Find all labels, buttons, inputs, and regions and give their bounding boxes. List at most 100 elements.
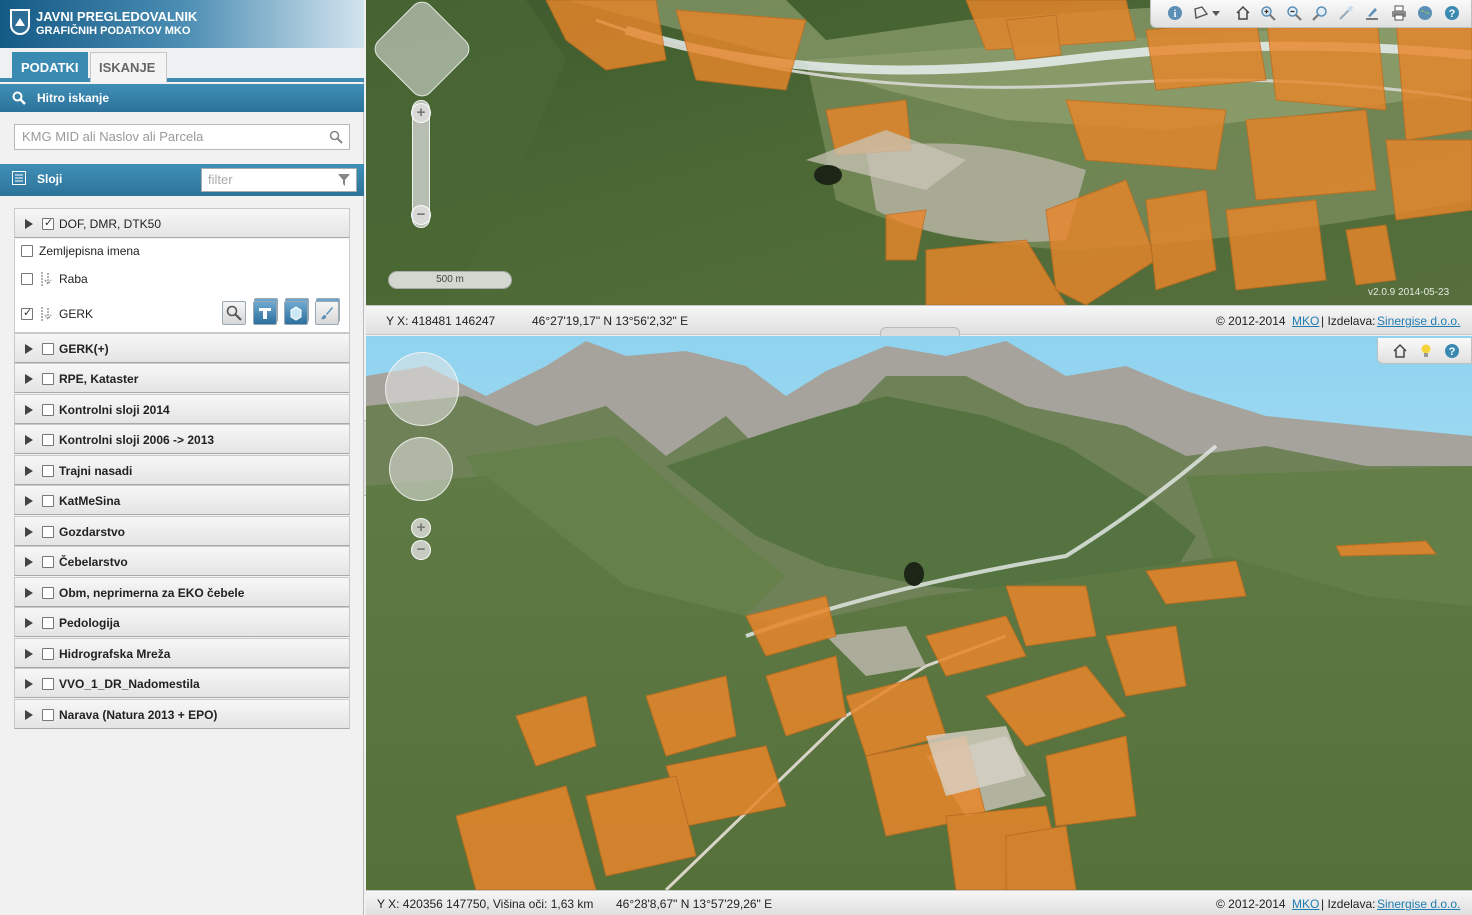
mko-link[interactable]: MKO <box>1292 314 1319 328</box>
expand-arrow-icon[interactable] <box>25 557 33 567</box>
expand-arrow-icon[interactable] <box>25 648 33 659</box>
layer-group[interactable]: Kontrolni sloji 2006 -> 2013 <box>14 424 350 454</box>
print-icon[interactable] <box>1391 5 1407 21</box>
layer-group-label: KatMeSina <box>59 494 121 508</box>
sublayer-raba[interactable]: Raba <box>21 271 341 291</box>
layer-group[interactable]: Obm, neprimerna za EKO čebele <box>14 576 350 607</box>
layer-group-label: RPE, Kataster <box>59 372 139 386</box>
layer-group-checkbox[interactable] <box>42 342 54 355</box>
sublayer-zemljepisna-imena[interactable]: Zemljepisna imena <box>21 243 341 263</box>
zoom-out-button[interactable]: − <box>411 205 431 225</box>
layer-group-label: Kontrolni sloji 2006 -> 2013 <box>59 433 215 447</box>
camera-rotate-control[interactable] <box>389 437 453 501</box>
zoom-in-icon[interactable] <box>1260 5 1276 21</box>
expand-arrow-icon[interactable] <box>25 618 33 628</box>
layer-group-checkbox[interactable] <box>42 617 54 629</box>
search-icon[interactable] <box>329 130 343 144</box>
sublayer-checkbox[interactable] <box>21 244 33 257</box>
svg-text:?: ? <box>1449 346 1456 358</box>
layer-group-checkbox[interactable] <box>42 586 54 599</box>
zoom-out-button[interactable]: − <box>411 540 431 560</box>
layer-group-label: Trajni nasadi <box>59 463 133 478</box>
mko-link[interactable]: MKO <box>1292 897 1319 911</box>
terrain-3d-render <box>366 336 1472 890</box>
map-3d-view[interactable]: + − <box>366 336 1472 890</box>
expand-arrow-icon[interactable] <box>25 343 33 354</box>
drag-order-icon[interactable] <box>39 271 53 287</box>
layer-group-checkbox[interactable] <box>42 556 54 568</box>
home-icon[interactable] <box>1392 343 1408 359</box>
gerk-text-style-button[interactable] <box>253 301 277 325</box>
expand-arrow-icon[interactable] <box>25 435 33 445</box>
layer-group-checkbox[interactable] <box>42 434 54 446</box>
expand-arrow-icon[interactable] <box>25 404 33 415</box>
camera-pan-control[interactable] <box>385 352 459 426</box>
globe-icon[interactable] <box>1417 5 1433 21</box>
expand-arrow-icon[interactable] <box>25 219 33 229</box>
measure-icon[interactable] <box>1338 5 1354 21</box>
layer-group[interactable]: Hidrografska Mreža <box>14 637 350 668</box>
draw-polygon-icon[interactable] <box>1193 5 1209 21</box>
gerk-fill-button[interactable] <box>284 301 308 325</box>
zoom-out-icon[interactable] <box>1286 5 1302 21</box>
layer-filter-input[interactable]: filter <box>201 168 357 192</box>
zoom-in-button[interactable]: + <box>411 103 431 123</box>
layer-group-checkbox[interactable] <box>42 708 54 721</box>
expand-arrow-icon[interactable] <box>25 679 33 689</box>
drag-order-icon[interactable] <box>39 306 53 322</box>
sublayer-checkbox[interactable] <box>21 272 33 285</box>
help-icon[interactable]: ? <box>1444 5 1460 21</box>
tab-podatki[interactable]: PODATKI <box>12 52 88 82</box>
layer-group-checkbox[interactable] <box>42 525 54 538</box>
map-2d-view[interactable]: + − <box>366 0 1472 305</box>
layer-group[interactable]: Pedologija <box>14 607 350 637</box>
sublayer-label: Zemljepisna imena <box>39 243 140 258</box>
quick-search-input[interactable]: KMG MID ali Naslov ali Parcela <box>14 124 350 150</box>
layer-group[interactable]: Gozdarstvo <box>14 515 350 546</box>
expand-arrow-icon[interactable] <box>25 465 33 476</box>
expand-arrow-icon[interactable] <box>25 709 33 720</box>
layers-title: Sloji <box>37 172 63 186</box>
layer-group-dof[interactable]: DOF, DMR, DTK50 <box>14 208 350 238</box>
layer-group-checkbox[interactable] <box>42 464 54 477</box>
layer-group[interactable]: Narava (Natura 2013 + EPO) <box>14 698 350 729</box>
layer-group[interactable]: KatMeSina <box>14 485 350 515</box>
layer-group-checkbox[interactable] <box>42 647 54 660</box>
made-by-text: | Izdelava: <box>1321 897 1376 911</box>
layer-group-checkbox[interactable] <box>42 216 54 230</box>
quick-search-header[interactable]: Hitro iskanje <box>0 84 364 112</box>
layer-group[interactable]: GERK(+) <box>14 332 350 363</box>
zoom-in-button[interactable]: + <box>411 518 431 538</box>
expand-arrow-icon[interactable] <box>25 587 33 598</box>
expand-arrow-icon[interactable] <box>25 374 33 384</box>
layer-group[interactable]: Čebelarstvo <box>14 546 350 576</box>
zoom-extent-icon[interactable] <box>1312 5 1328 21</box>
map-toolbar: i ? <box>1150 0 1472 28</box>
home-icon[interactable] <box>1235 5 1251 21</box>
lightbulb-icon[interactable] <box>1418 343 1434 359</box>
version-label: v2.0.9 2014-05-23 <box>1368 287 1450 298</box>
svg-text:?: ? <box>1449 8 1456 20</box>
tab-iskanje[interactable]: ISKANJE <box>90 52 167 82</box>
edit-icon[interactable] <box>1364 5 1380 21</box>
expand-arrow-icon[interactable] <box>25 496 33 506</box>
gerk-search-button[interactable] <box>222 301 246 325</box>
layer-group[interactable]: Trajni nasadi <box>14 454 350 485</box>
chevron-down-icon[interactable] <box>1211 5 1221 21</box>
help-icon[interactable]: ? <box>1444 343 1460 359</box>
layer-group-checkbox[interactable] <box>42 495 54 507</box>
expand-arrow-icon[interactable] <box>25 526 33 537</box>
layer-group[interactable]: Kontrolni sloji 2014 <box>14 393 350 424</box>
view-splitter-handle[interactable] <box>880 327 960 336</box>
layer-group[interactable]: VVO_1_DR_Nadomestila <box>14 668 350 698</box>
sinergise-link[interactable]: Sinergise d.o.o. <box>1377 897 1460 911</box>
layer-group-checkbox[interactable] <box>42 678 54 690</box>
info-icon[interactable]: i <box>1167 5 1183 21</box>
sinergise-link[interactable]: Sinergise d.o.o. <box>1377 314 1460 328</box>
gerk-brush-button[interactable] <box>315 301 339 325</box>
filter-icon[interactable] <box>338 174 350 186</box>
layer-group-checkbox[interactable] <box>42 403 54 416</box>
layer-group[interactable]: RPE, Kataster <box>14 363 350 393</box>
layer-group-checkbox[interactable] <box>42 373 54 385</box>
sublayer-checkbox[interactable] <box>21 306 33 320</box>
